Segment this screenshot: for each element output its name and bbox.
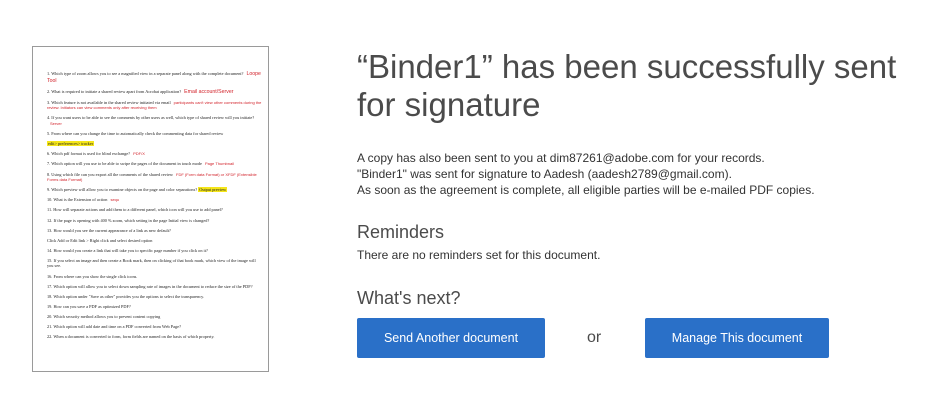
preview-line: 12. If the page is opening with 400 % zo… [47, 218, 262, 224]
sent-for-signature-text: "Binder1" was sent for signature to Aade… [357, 167, 732, 181]
preview-line-text: 9. Which preview will allow you to exami… [47, 187, 198, 193]
preview-line: 11. How will separate actions and add th… [47, 207, 262, 213]
preview-answer: Server [50, 121, 62, 127]
preview-answer: sequ [110, 197, 120, 203]
preview-line: 6. Which pdf format is used for blind ex… [47, 151, 262, 157]
preview-line-text: 10. What is the Extension of action [47, 197, 108, 203]
preview-line-text: 1. Which type of zoom allows you to see … [47, 71, 244, 76]
preview-highlight: Output preview [198, 187, 228, 193]
preview-line-text: 20. Which security method allows you to … [47, 313, 161, 319]
preview-line-text: 8. Using which file can you export all t… [47, 171, 174, 177]
preview-line: 14. How would you create a link that wil… [47, 248, 262, 254]
preview-line: 15. If you select an image and then crea… [47, 258, 262, 269]
completion-notice-text: As soon as the agreement is complete, al… [357, 183, 815, 197]
copy-sent-text: A copy has also been sent to you at dim8… [357, 151, 765, 165]
preview-line-text: 18. Which option under "Save as other" p… [47, 293, 205, 299]
preview-line: 22. When a document is converted to form… [47, 334, 262, 340]
preview-line-text: 5. From where can you change the time to… [47, 131, 224, 137]
preview-line: 13. How would you see the current appear… [47, 228, 262, 234]
preview-line-text: 11. How will separate actions and add th… [47, 207, 223, 213]
whats-next-heading: What's next? [357, 288, 461, 308]
document-preview-thumbnail: 1. Which type of zoom allows you to see … [32, 46, 269, 372]
preview-line: 2. What is required to initiate a shared… [47, 89, 262, 96]
preview-line: 9. Which preview will allow you to exami… [47, 187, 262, 193]
preview-line: 4. If you want users to be able to see t… [47, 115, 262, 126]
reminders-heading: Reminders [357, 222, 445, 242]
preview-line-text: 15. If you select an image and then crea… [47, 257, 256, 269]
preview-line: 7. Which option will you use to be able … [47, 161, 262, 167]
preview-line: 21. Which option will add date and time … [47, 324, 262, 330]
send-another-document-button[interactable]: Send Another document [357, 318, 545, 358]
preview-answer: Email account/Server [184, 88, 234, 95]
send-confirmation-page: 1. Which type of zoom allows you to see … [0, 0, 929, 405]
preview-line-text: 6. Which pdf format is used for blind ex… [47, 151, 131, 157]
or-separator: or [587, 329, 602, 346]
preview-line: edit> preferences> tracker [47, 141, 262, 147]
preview-line-text: 22. When a document is converted to form… [47, 334, 215, 340]
manage-this-document-button[interactable]: Manage This document [645, 318, 829, 358]
preview-line-text: 19. How can you save a PDF as optimized … [47, 303, 131, 309]
reminders-text: There are no reminders set for this docu… [357, 248, 601, 262]
preview-answer: Page Thumbnail [204, 161, 234, 167]
preview-line-text: 13. How would you see the current appear… [47, 227, 171, 233]
preview-line-text: 17. Which option will allow you to selec… [47, 283, 253, 289]
page-title: “Binder1” has been successfully sent for… [357, 48, 897, 123]
preview-line-text: 12. If the page is opening with 400 % zo… [47, 217, 210, 223]
preview-line: 1. Which type of zoom allows you to see … [47, 71, 262, 84]
preview-line: 18. Which option under "Save as other" p… [47, 294, 262, 300]
preview-highlight: edit> preferences> tracker [47, 141, 95, 147]
preview-line: 5. From where can you change the time to… [47, 131, 262, 137]
preview-line: 3. Which feature is not available in the… [47, 100, 262, 111]
preview-line-text: Click Add or Edit link > Right click and… [47, 237, 153, 243]
preview-line-text: 3. Which feature is not available in the… [47, 99, 171, 105]
document-preview-text: 1. Which type of zoom allows you to see … [47, 71, 262, 344]
confirmation-details: A copy has also been sent to you at dim8… [357, 150, 917, 198]
preview-line-text: 4. If you want users to be able to see t… [47, 115, 255, 121]
preview-line-text: 2. What is required to initiate a shared… [47, 88, 182, 94]
preview-line: 8. Using which file can you export all t… [47, 172, 262, 183]
preview-line: 19. How can you save a PDF as optimized … [47, 304, 262, 310]
preview-line-text: 14. How would you create a link that wil… [47, 247, 208, 253]
preview-line: 17. Which option will allow you to selec… [47, 284, 262, 290]
preview-line: 16. From where can you show the single c… [47, 274, 262, 280]
preview-line-text: 7. Which option will you use to be able … [47, 161, 202, 167]
preview-line: 10. What is the Extension of action sequ [47, 197, 262, 203]
preview-line-text: 21. Which option will add date and time … [47, 324, 181, 330]
preview-answer: PDF/X [133, 151, 145, 157]
preview-line: Click Add or Edit link > Right click and… [47, 238, 262, 244]
preview-line: 20. Which security method allows you to … [47, 314, 262, 320]
preview-line-text: 16. From where can you show the single c… [47, 273, 138, 279]
